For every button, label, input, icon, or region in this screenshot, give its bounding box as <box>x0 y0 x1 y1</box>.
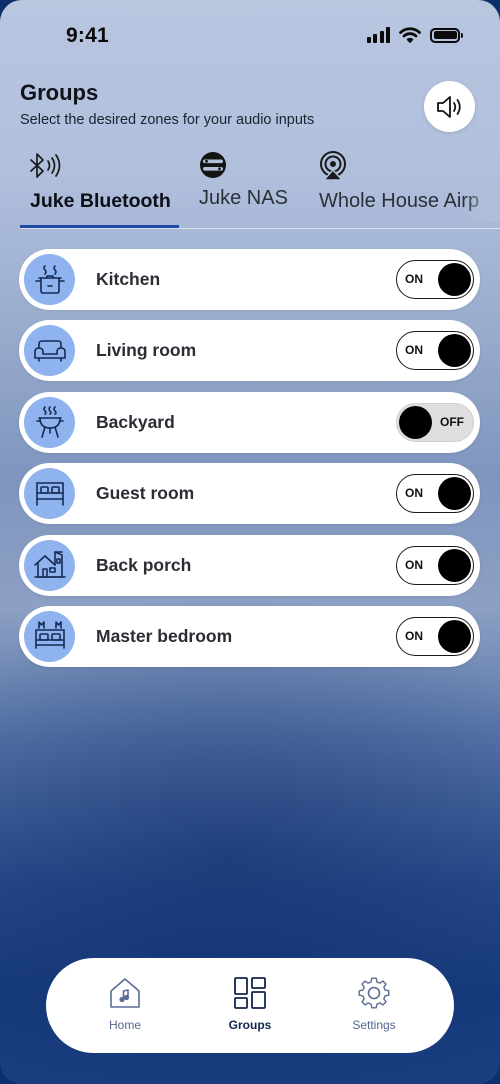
toggle-state-label: ON <box>405 486 423 501</box>
toggle-state-label: ON <box>405 628 423 643</box>
nav-home[interactable]: Home <box>85 976 165 1038</box>
toggle-knob <box>438 619 471 653</box>
nav-label: Home <box>108 1018 141 1032</box>
sofa-icon <box>33 340 66 362</box>
toggle-knob <box>438 548 471 582</box>
bottom-nav: Home Groups Settings <box>46 958 454 1053</box>
airplay-audio-icon <box>320 151 346 181</box>
zone-toggle[interactable]: ON <box>396 616 474 656</box>
home-music-icon <box>110 978 140 1008</box>
grill-icon <box>35 406 64 439</box>
tabs-divider <box>20 228 500 229</box>
zone-toggle[interactable]: OFF <box>396 402 474 442</box>
source-tabs: Juke Bluetooth Juke NAS Whole House Airp <box>0 148 500 230</box>
room-icon <box>24 468 75 520</box>
cellular-signal-icon <box>366 27 390 43</box>
bluetooth-audio-icon <box>30 153 61 178</box>
zone-toggle[interactable]: ON <box>396 545 474 585</box>
room-name: Master bedroom <box>96 625 233 646</box>
room-icon <box>24 254 75 305</box>
toggle-knob <box>438 477 471 511</box>
room-icon <box>24 325 75 377</box>
groups-screen: 9:41 Groups Select the desired zones for… <box>0 0 500 1084</box>
room-icon <box>24 610 75 662</box>
room-icon <box>24 396 75 448</box>
grid-groups-icon <box>234 977 266 1009</box>
wifi-icon <box>399 27 421 43</box>
speaker-volume-icon <box>436 95 461 118</box>
room-icon <box>24 539 75 591</box>
status-time: 9:41 <box>66 24 109 47</box>
toggle-state-label: ON <box>405 272 423 286</box>
house-porch-icon <box>33 551 66 578</box>
cooking-pot-icon <box>34 264 65 294</box>
zone-toggle[interactable]: ON <box>396 474 474 514</box>
room-row-backyard[interactable]: Backyard OFF <box>19 391 480 453</box>
room-row-back-porch[interactable]: Back porch ON <box>19 534 480 596</box>
room-row-guest-room[interactable]: Guest room ON <box>19 463 480 525</box>
page-subtitle: Select the desired zones for your audio … <box>20 112 315 128</box>
tab-juke-bluetooth[interactable]: Juke Bluetooth <box>20 148 180 228</box>
room-name: Kitchen <box>96 269 161 289</box>
status-bar: 9:41 <box>0 0 500 76</box>
nas-stack-icon <box>200 152 226 178</box>
nav-label: Groups <box>228 1018 272 1032</box>
room-row-kitchen[interactable]: Kitchen ON <box>19 249 480 310</box>
bed-icon <box>35 481 64 506</box>
battery-icon <box>430 27 463 43</box>
status-icons <box>366 27 463 43</box>
toggle-knob <box>399 405 432 439</box>
toggle-state-label: ON <box>405 343 423 358</box>
toggle-state-label: ON <box>405 557 423 572</box>
tabs-fade <box>464 188 500 222</box>
room-name: Living room <box>96 340 197 361</box>
nav-groups[interactable]: Groups <box>210 976 290 1038</box>
master-bed-icon <box>34 621 65 650</box>
tab-label: Juke Bluetooth <box>30 190 171 212</box>
room-name: Backyard <box>96 411 175 432</box>
nav-settings[interactable]: Settings <box>334 976 414 1038</box>
toggle-knob <box>438 334 471 368</box>
toggle-knob <box>438 263 471 296</box>
room-row-living-room[interactable]: Living room ON <box>19 320 480 382</box>
tab-label: Whole House Airp <box>319 190 480 212</box>
gear-icon <box>358 977 390 1009</box>
page-title: Groups <box>20 80 99 105</box>
room-name: Guest room <box>96 483 195 504</box>
nav-label: Settings <box>352 1018 396 1032</box>
zone-toggle[interactable]: ON <box>396 331 474 371</box>
room-list: Kitchen ON Living room ON Backyard OFF G… <box>19 249 480 677</box>
tab-juke-nas[interactable]: Juke NAS <box>196 148 306 228</box>
tab-label: Juke NAS <box>199 187 288 209</box>
volume-button[interactable] <box>424 81 475 132</box>
active-tab-indicator <box>20 225 179 228</box>
toggle-state-label: OFF <box>440 414 464 429</box>
room-row-master-bedroom[interactable]: Master bedroom ON <box>19 605 480 667</box>
zone-toggle[interactable]: ON <box>396 260 474 299</box>
room-name: Back porch <box>96 554 192 575</box>
